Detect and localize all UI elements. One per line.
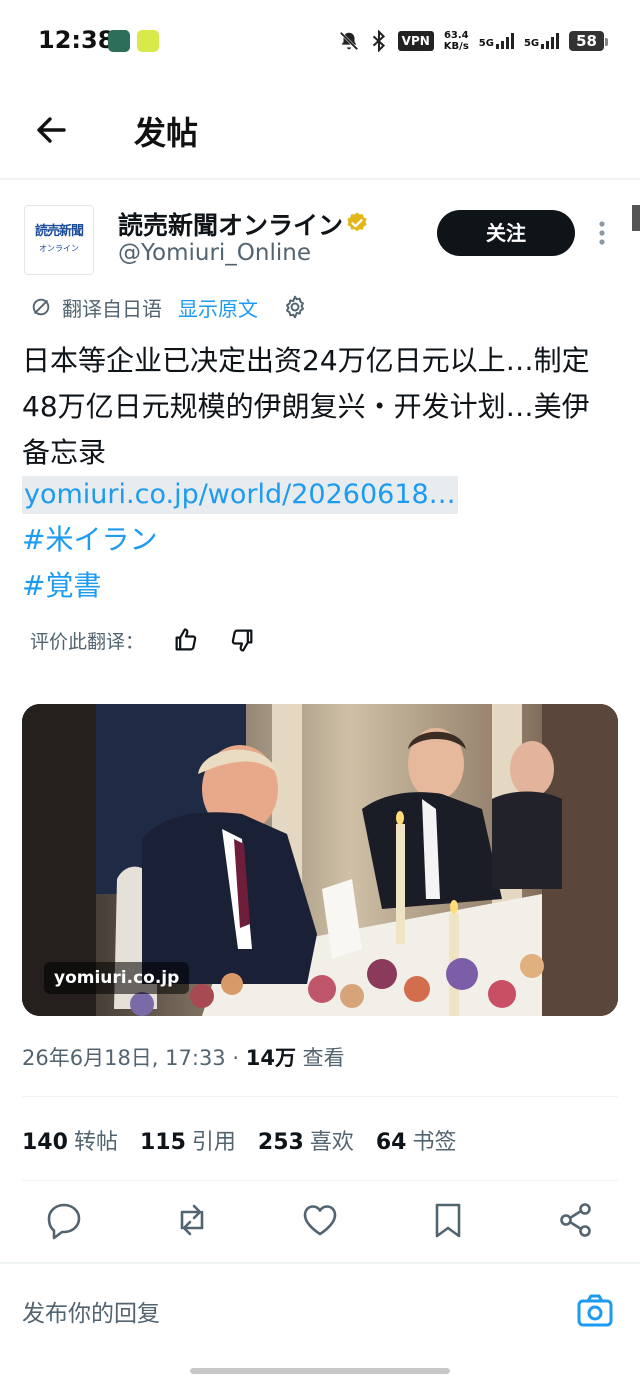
back-button[interactable] xyxy=(30,108,74,152)
divider xyxy=(22,1180,618,1181)
views-count: 14万 xyxy=(245,1046,296,1070)
mute-bell-icon xyxy=(339,31,358,51)
author-handle[interactable]: @Yomiuri_Online xyxy=(118,240,311,266)
post-timestamp: 26年6月18日, 17:33 · 14万 查看 xyxy=(22,1046,345,1070)
rate-translation-label: 评价此翻译： xyxy=(30,630,145,653)
translation-label: 翻译自日语 xyxy=(62,296,162,321)
share-icon[interactable] xyxy=(556,1200,596,1240)
app-notification-icon xyxy=(137,30,159,52)
author-name[interactable]: 読売新聞オンライン xyxy=(118,206,343,242)
reply-input[interactable]: 发布你的回复 xyxy=(22,1294,160,1328)
views-label: 查看 xyxy=(302,1046,345,1070)
network-speed: 63.4 KB/s xyxy=(443,30,469,52)
app-notification-icon xyxy=(108,30,130,52)
reply-icon[interactable] xyxy=(44,1200,84,1240)
rate-translation: 评价此翻译： xyxy=(30,622,256,658)
battery-indicator: 58 xyxy=(569,31,608,51)
vpn-badge: VPN xyxy=(397,31,434,51)
bookmark-icon[interactable] xyxy=(428,1200,468,1240)
bookmark-count[interactable]: 64 书签 xyxy=(376,1124,457,1156)
quote-count[interactable]: 115 引用 xyxy=(140,1124,236,1156)
status-time: 12:38 xyxy=(38,26,115,54)
home-indicator[interactable] xyxy=(190,1368,450,1374)
repost-count[interactable]: 140 转帖 xyxy=(22,1124,118,1156)
signal-strength-2: 5G xyxy=(524,33,560,49)
page-header: 发帖 xyxy=(0,80,640,180)
media-source-badge: yomiuri.co.jp xyxy=(44,962,190,994)
like-count[interactable]: 253 喜欢 xyxy=(258,1124,354,1156)
author-avatar[interactable]: 読売新聞 オンライン xyxy=(24,205,94,275)
bluetooth-icon xyxy=(372,30,385,52)
thumbs-down-icon[interactable] xyxy=(228,626,256,654)
show-original-link[interactable]: 显示原文 xyxy=(178,293,258,322)
hashtag-link[interactable]: #覚書 xyxy=(22,564,101,604)
engagement-stats: 140 转帖 115 引用 253 喜欢 64 书签 xyxy=(22,1124,457,1156)
reply-composer: 发布你的回复 xyxy=(0,1262,640,1352)
scrollbar-thumb[interactable] xyxy=(632,205,640,231)
hashtag-link[interactable]: #米イラン xyxy=(22,518,157,558)
arrow-left-icon xyxy=(37,117,66,143)
camera-icon[interactable] xyxy=(576,1292,614,1330)
verified-badge-icon xyxy=(347,212,367,232)
signal-strength-1: 5G xyxy=(479,33,514,49)
tweet-video[interactable]: yomiuri.co.jp xyxy=(22,704,618,1016)
translation-bar: 翻译自日语 显示原文 xyxy=(30,290,308,324)
heart-icon[interactable] xyxy=(300,1200,340,1240)
more-options-icon[interactable] xyxy=(590,216,614,250)
translate-icon xyxy=(32,298,50,316)
status-icons: VPN 63.4 KB/s 5G 5G 58 xyxy=(338,26,608,56)
divider xyxy=(22,1096,618,1097)
thumbs-up-icon[interactable] xyxy=(172,626,200,654)
repost-icon[interactable] xyxy=(172,1200,212,1240)
status-bar: 12:38 VPN 63.4 KB/s 5G 5G 58 xyxy=(0,0,640,80)
follow-button[interactable]: 关注 xyxy=(437,210,575,256)
tweet-text: 日本等企业已决定出资24万亿日元以上…制定48万亿日元规模的伊朗复兴・开发计划…… xyxy=(22,344,590,469)
action-bar xyxy=(0,1200,640,1246)
page-title: 发帖 xyxy=(134,114,199,152)
tweet-link[interactable]: yomiuri.co.jp/world/20260618… xyxy=(22,476,458,514)
gear-icon[interactable] xyxy=(282,294,308,320)
